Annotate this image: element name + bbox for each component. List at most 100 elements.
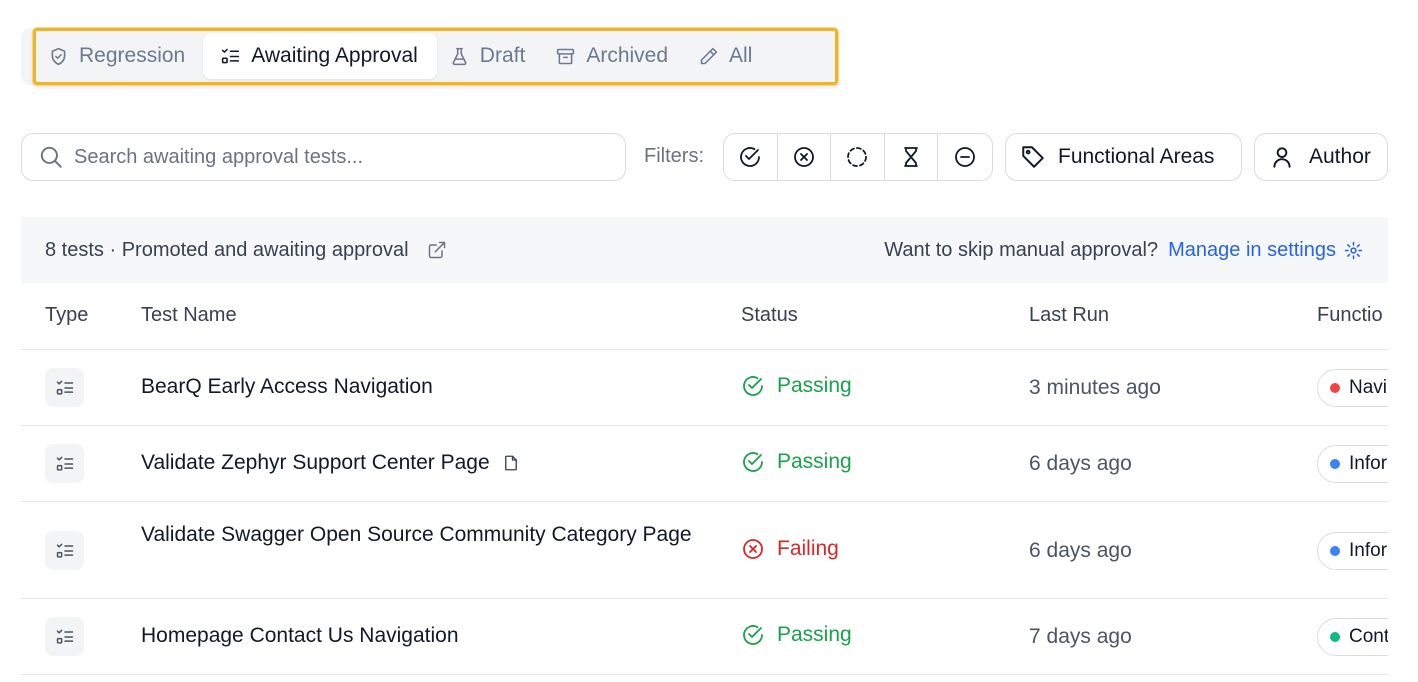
- last-run: 3 minutes ago: [1029, 376, 1161, 399]
- check-circle-icon: [743, 452, 763, 472]
- filter-failing-button[interactable]: [778, 134, 832, 180]
- filter-passing-button[interactable]: [724, 134, 778, 180]
- skipped-filter-icon: [955, 147, 976, 167]
- functional-area-tag[interactable]: Infor: [1317, 532, 1388, 570]
- header-functional-areas[interactable]: Functio: [1317, 304, 1383, 327]
- filter-running-button[interactable]: [885, 134, 939, 180]
- tab-all[interactable]: All: [686, 33, 770, 79]
- test-name[interactable]: Validate Swagger Open Source Community C…: [141, 520, 701, 550]
- status-filter-group: [723, 133, 993, 181]
- info-bar: 8 tests · Promoted and awaiting approval…: [21, 217, 1388, 283]
- status-badge: Passing: [741, 623, 852, 647]
- tab-label: Archived: [586, 44, 669, 67]
- tab-awaiting-approval[interactable]: Awaiting Approval: [203, 33, 437, 79]
- tab-label: Draft: [479, 44, 526, 67]
- failing-filter-icon: [793, 147, 814, 167]
- flask-icon: [452, 47, 467, 65]
- tab-list: Regression Awaiting Approval Draft Archi…: [36, 33, 770, 79]
- table-row[interactable]: BearQ Early Access Navigation Passing 3 …: [21, 350, 1388, 426]
- area-label: Infor: [1349, 540, 1388, 561]
- test-count-summary: 8 tests · Promoted and awaiting approval: [45, 238, 409, 261]
- header-type[interactable]: Type: [45, 304, 88, 327]
- author-button[interactable]: Author: [1254, 133, 1388, 181]
- status-text: Failing: [777, 537, 839, 560]
- functional-areas-label: Functional Areas: [1058, 145, 1215, 168]
- filters-label: Filters:: [644, 145, 704, 167]
- test-name-text: Validate Swagger Open Source Community C…: [141, 523, 692, 546]
- area-label: Cont: [1349, 626, 1388, 647]
- filter-pending-button[interactable]: [831, 134, 885, 180]
- passing-filter-icon: [740, 147, 761, 167]
- area-color-dot: [1330, 546, 1340, 556]
- tag-icon: [1022, 146, 1044, 168]
- search-icon: [40, 146, 62, 168]
- tab-label: Regression: [79, 44, 186, 67]
- test-name[interactable]: Homepage Contact Us Navigation: [141, 621, 701, 651]
- status-text: Passing: [777, 450, 852, 473]
- table-header: Type Test Name Status Last Run Functio: [21, 283, 1388, 350]
- status-text: Passing: [777, 623, 852, 646]
- tab-draft[interactable]: Draft: [437, 33, 544, 79]
- test-name-text: BearQ Early Access Navigation: [141, 375, 433, 398]
- test-name-text: Validate Zephyr Support Center Page: [141, 451, 490, 474]
- test-type: [45, 617, 84, 656]
- header-status[interactable]: Status: [741, 304, 798, 327]
- test-type: [45, 531, 84, 570]
- tests-table: Type Test Name Status Last Run Functio B…: [21, 283, 1388, 682]
- area-label: Infor: [1349, 453, 1388, 474]
- checklist-icon: [222, 48, 240, 63]
- author-label: Author: [1309, 145, 1371, 168]
- skip-approval-prompt: Want to skip manual approval?: [884, 238, 1159, 261]
- table-row[interactable]: Validate Swagger Open Source Community C…: [21, 502, 1388, 599]
- functional-areas-button[interactable]: Functional Areas: [1005, 133, 1242, 181]
- tab-archived[interactable]: Archived: [543, 33, 686, 79]
- area-color-dot: [1330, 459, 1340, 469]
- x-circle-icon: [743, 539, 763, 559]
- search-input[interactable]: [74, 145, 594, 169]
- header-last-run[interactable]: Last Run: [1029, 304, 1109, 327]
- last-run: 6 days ago: [1029, 539, 1132, 562]
- status-badge: Passing: [741, 374, 852, 398]
- status-badge: Passing: [741, 450, 852, 474]
- tab-regression[interactable]: Regression: [36, 33, 203, 79]
- header-test-name[interactable]: Test Name: [141, 304, 237, 327]
- test-name-text: Homepage Contact Us Navigation: [141, 624, 459, 647]
- table-row[interactable]: Homepage Contact Us Navigation Passing 7…: [21, 599, 1388, 675]
- tab-label: All: [729, 44, 753, 67]
- test-type: [45, 368, 84, 407]
- user-icon: [1273, 147, 1291, 168]
- last-run: 6 days ago: [1029, 452, 1132, 475]
- status-text: Passing: [777, 374, 852, 397]
- last-run: 7 days ago: [1029, 625, 1132, 648]
- hourglass-icon: [904, 147, 918, 167]
- test-type: [45, 444, 84, 483]
- pending-filter-icon: [847, 147, 868, 167]
- functional-area-tag[interactable]: Infor: [1317, 445, 1388, 483]
- test-name[interactable]: Validate Zephyr Support Center Page: [141, 448, 701, 478]
- pencil-icon: [700, 47, 718, 64]
- checklist-icon: [56, 629, 73, 644]
- check-circle-icon: [743, 625, 763, 645]
- gear-icon: [1344, 241, 1363, 259]
- archive-icon: [557, 48, 575, 64]
- search-box[interactable]: [21, 133, 626, 181]
- shield-check-icon: [51, 47, 66, 65]
- functional-area-tag[interactable]: Navi: [1317, 369, 1388, 407]
- document-icon[interactable]: [502, 453, 520, 473]
- manage-settings-label: Manage in settings: [1168, 238, 1336, 261]
- manage-settings-link[interactable]: Manage in settings: [1168, 239, 1363, 262]
- checklist-icon: [56, 543, 73, 558]
- filter-skipped-button[interactable]: [938, 134, 992, 180]
- tab-label: Awaiting Approval: [251, 44, 418, 67]
- external-link-icon[interactable]: [427, 240, 447, 260]
- area-color-dot: [1330, 383, 1340, 393]
- area-label: Navi: [1349, 377, 1388, 398]
- checklist-icon: [56, 380, 73, 395]
- checklist-icon: [56, 456, 73, 471]
- area-color-dot: [1330, 632, 1340, 642]
- check-circle-icon: [743, 376, 763, 396]
- table-row[interactable]: Validate Zephyr Support Center Page Pass…: [21, 426, 1388, 502]
- status-badge: Failing: [741, 537, 839, 561]
- test-name[interactable]: BearQ Early Access Navigation: [141, 372, 701, 402]
- functional-area-tag[interactable]: Cont: [1317, 618, 1388, 656]
